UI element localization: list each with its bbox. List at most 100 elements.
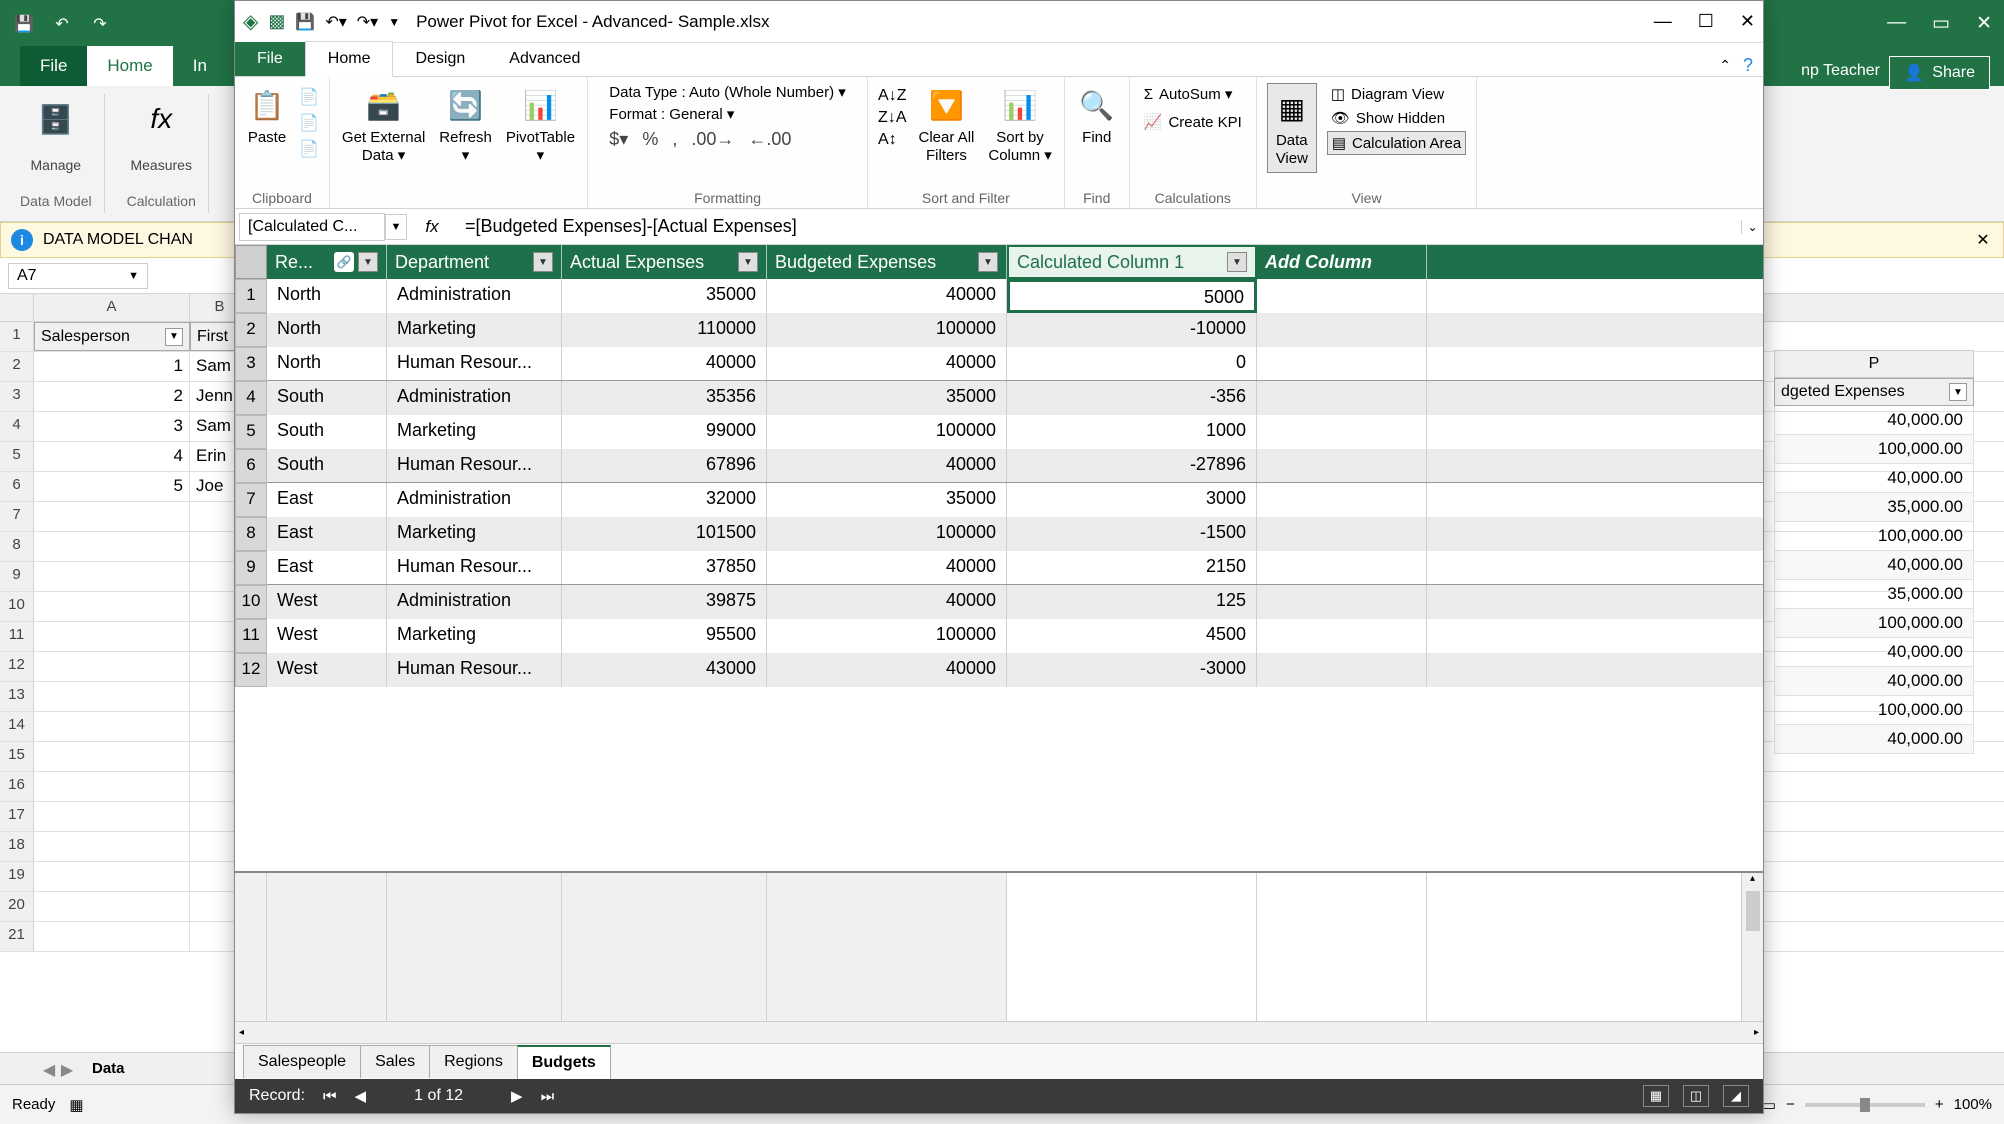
cell-budgeted[interactable]: 100000 (767, 517, 1007, 551)
paste-replace-icon[interactable]: 📄 (299, 113, 319, 133)
col-header-a[interactable]: A (34, 294, 190, 321)
row-header[interactable]: 8 (235, 517, 267, 551)
row-header[interactable]: 3 (0, 382, 34, 411)
qat-dropdown-icon[interactable]: ▼ (388, 15, 400, 29)
row-header[interactable]: 7 (0, 502, 34, 531)
filter-dropdown-icon[interactable]: ▼ (533, 252, 553, 272)
filter-icon[interactable]: ▼ (165, 328, 183, 346)
col-header-region[interactable]: Re... 🔗 ▼ (267, 245, 387, 279)
cell-calculated[interactable]: 4500 (1007, 619, 1257, 653)
cell-empty[interactable] (1257, 585, 1427, 619)
tab-advanced[interactable]: Advanced (487, 42, 602, 76)
chevron-down-icon[interactable]: ▼ (128, 270, 139, 282)
cell-calculated[interactable]: -3000 (1007, 653, 1257, 687)
cell[interactable] (34, 832, 190, 861)
row-header[interactable]: 21 (0, 922, 34, 951)
increase-decimal-icon[interactable]: .00→ (691, 129, 734, 150)
cell[interactable] (34, 802, 190, 831)
cell-budgeted[interactable]: 100000 (767, 415, 1007, 449)
name-box[interactable]: A7 ▼ (8, 263, 148, 289)
filter-dropdown-icon[interactable]: ▼ (1227, 252, 1247, 272)
row-header[interactable]: 6 (235, 449, 267, 483)
cell-empty[interactable] (1257, 619, 1427, 653)
row-header[interactable]: 5 (235, 415, 267, 449)
cell-budgeted[interactable]: 35000 (767, 483, 1007, 517)
paste-append-icon[interactable]: 📄 (299, 87, 319, 107)
cell[interactable] (34, 622, 190, 651)
tab-home[interactable]: Home (87, 46, 172, 86)
cell-budgeted[interactable]: 40000 (767, 449, 1007, 482)
column-selector-dropdown-icon[interactable]: ▼ (385, 214, 407, 240)
redo-icon[interactable]: ↷▾ (357, 12, 378, 32)
cell-actual[interactable]: 40000 (562, 347, 767, 380)
col-header-calculated[interactable]: Calculated Column 1 ▼ (1007, 245, 1257, 279)
cell-budgeted[interactable]: 100000 (767, 313, 1007, 347)
cell[interactable] (34, 712, 190, 741)
cell[interactable]: 3 (34, 412, 190, 441)
row-header[interactable]: 18 (0, 832, 34, 861)
cell-calculated[interactable]: -10000 (1007, 313, 1257, 347)
resize-icon[interactable]: ◢ (1723, 1085, 1749, 1107)
select-all-corner[interactable] (235, 245, 267, 279)
column-selector[interactable]: [Calculated C... (239, 213, 385, 241)
redo-icon[interactable]: ↷ (88, 12, 112, 36)
cell[interactable]: 40,000.00 (1774, 464, 1974, 493)
table-tab-regions[interactable]: Regions (429, 1045, 518, 1078)
undo-icon[interactable]: ↶▾ (325, 12, 346, 32)
autosum-button[interactable]: Σ AutoSum ▾ (1140, 83, 1237, 105)
row-header[interactable]: 17 (0, 802, 34, 831)
row-header[interactable]: 14 (0, 712, 34, 741)
cell[interactable]: 2 (34, 382, 190, 411)
cell-actual[interactable]: 67896 (562, 449, 767, 482)
cell-empty[interactable] (1257, 313, 1427, 347)
cell-calculated[interactable]: 3000 (1007, 483, 1257, 517)
row-header[interactable]: 10 (235, 585, 267, 619)
cell-budgeted[interactable]: 35000 (767, 381, 1007, 415)
cell[interactable] (34, 682, 190, 711)
sheet-nav-prev-icon[interactable]: ◀ (40, 1060, 58, 1078)
data-view-button[interactable]: ▦ Data View (1267, 83, 1317, 173)
cell-calculated[interactable]: 2150 (1007, 551, 1257, 584)
cell[interactable]: 1 (34, 352, 190, 381)
minimize-icon[interactable]: — (1654, 11, 1672, 32)
zoom-level[interactable]: 100% (1954, 1096, 1992, 1113)
row-header[interactable]: 8 (0, 532, 34, 561)
cell-calculated[interactable]: 0 (1007, 347, 1257, 380)
row-header[interactable]: 9 (0, 562, 34, 591)
cell[interactable]: 100,000.00 (1774, 609, 1974, 638)
cell-department[interactable]: Human Resour... (387, 653, 562, 687)
cell-empty[interactable] (1257, 653, 1427, 687)
cell-region[interactable]: South (267, 381, 387, 415)
tab-design[interactable]: Design (393, 42, 487, 76)
cell-actual[interactable]: 32000 (562, 483, 767, 517)
cell-department[interactable]: Marketing (387, 619, 562, 653)
cell-actual[interactable]: 95500 (562, 619, 767, 653)
row-header[interactable]: 15 (0, 742, 34, 771)
zoom-out-icon[interactable]: − (1786, 1096, 1795, 1113)
close-icon[interactable]: ✕ (1740, 11, 1755, 32)
macro-icon[interactable]: ▦ (69, 1096, 83, 1114)
cell-department[interactable]: Marketing (387, 517, 562, 551)
cell-empty[interactable] (1257, 449, 1427, 482)
cell-region[interactable]: South (267, 449, 387, 482)
cell-actual[interactable]: 37850 (562, 551, 767, 584)
zoom-in-icon[interactable]: + (1935, 1096, 1944, 1113)
comma-icon[interactable]: , (672, 129, 677, 150)
undo-icon[interactable]: ↶ (50, 12, 74, 36)
datatype-dropdown[interactable]: Data Type : Auto (Whole Number) ▾ (609, 83, 846, 101)
row-header[interactable]: 1 (235, 279, 267, 313)
close-icon[interactable]: ✕ (1976, 12, 1992, 35)
cell-department[interactable]: Administration (387, 585, 562, 619)
cell-department[interactable]: Human Resour... (387, 449, 562, 482)
cell[interactable] (34, 772, 190, 801)
fx-icon[interactable]: fx (407, 217, 457, 237)
cell-budgeted[interactable]: 40000 (767, 653, 1007, 687)
cell-actual[interactable]: 43000 (562, 653, 767, 687)
paste-button[interactable]: 📋 Paste (245, 83, 289, 149)
show-hidden-button[interactable]: 👁Show Hidden (1327, 107, 1466, 129)
minimize-icon[interactable]: — (1887, 12, 1906, 35)
row-header[interactable]: 9 (235, 551, 267, 585)
row-header[interactable]: 12 (0, 652, 34, 681)
cell[interactable] (34, 892, 190, 921)
cell-calculated[interactable]: 125 (1007, 585, 1257, 619)
